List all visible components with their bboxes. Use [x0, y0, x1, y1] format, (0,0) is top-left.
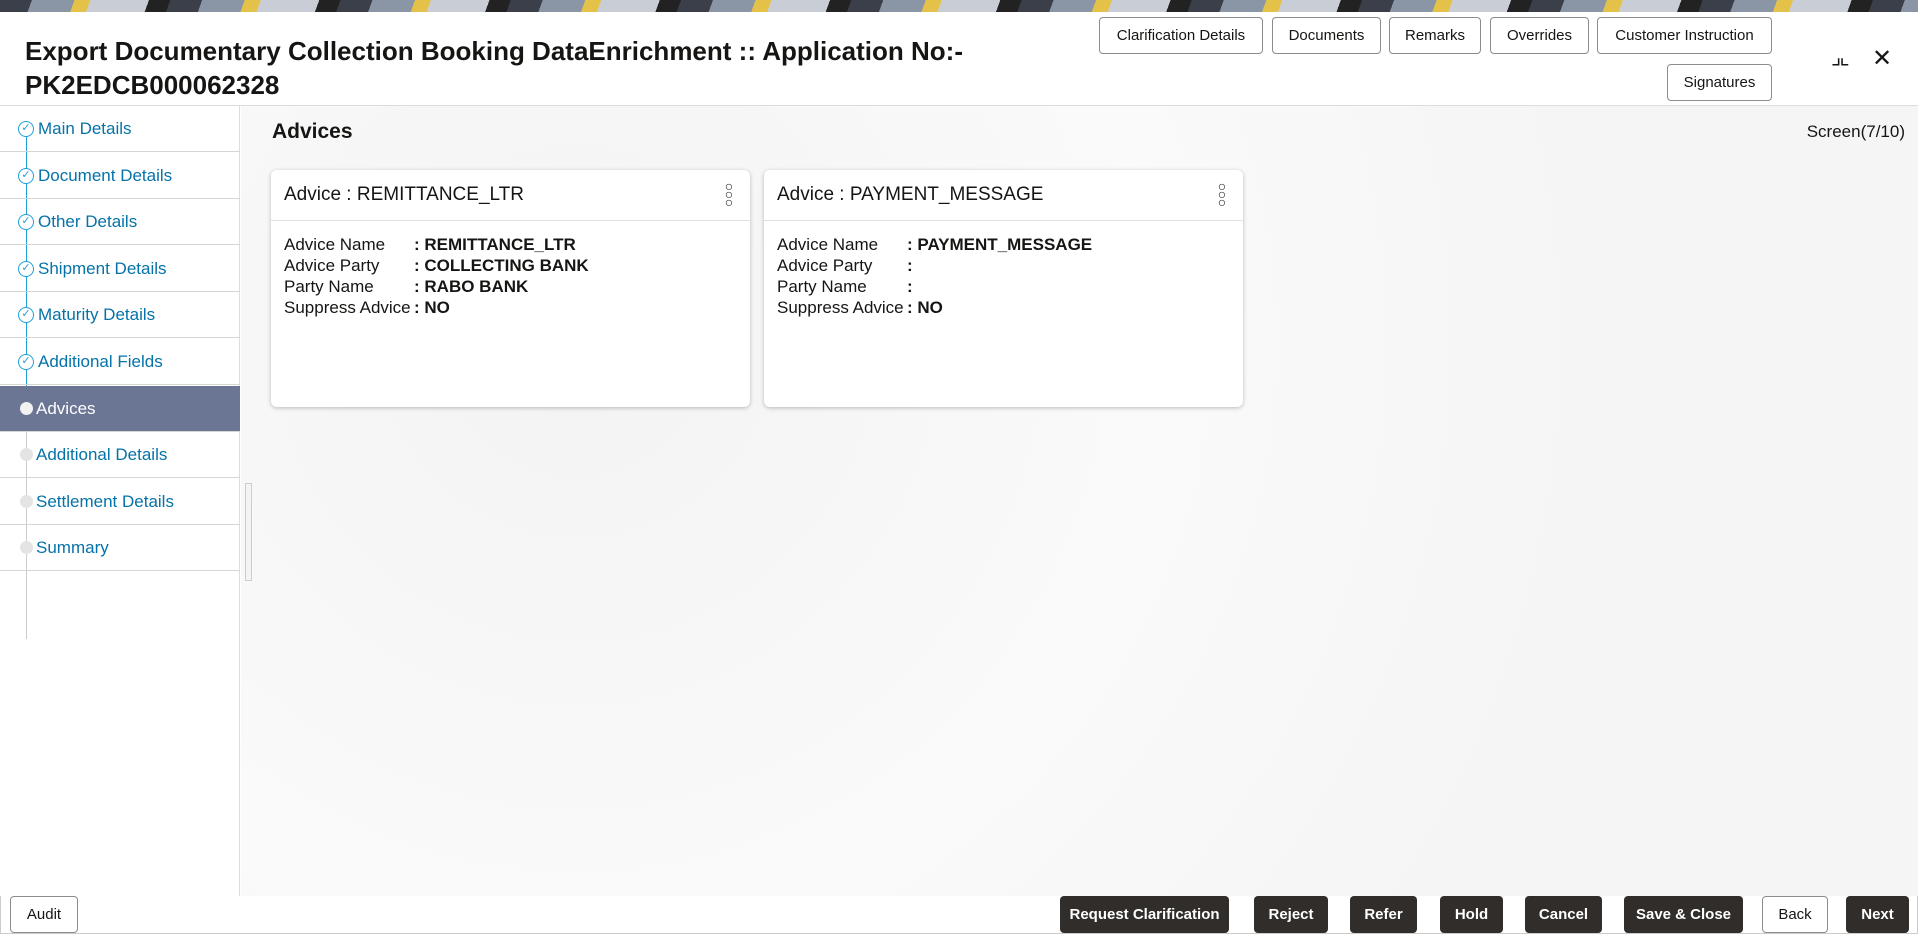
field-value: : RABO BANK	[414, 277, 529, 296]
pending-step-icon	[20, 495, 33, 508]
check-circle-icon: ✓	[18, 306, 34, 323]
field-label: Advice Party	[777, 256, 873, 275]
card-title: Advice : REMITTANCE_LTR	[284, 184, 525, 205]
screen-counter: Screen(7/10)	[1806, 122, 1905, 141]
close-icon[interactable]: ✕	[1872, 44, 1892, 73]
background-banner	[0, 0, 1918, 12]
sidebar-item-other-details[interactable]: ✓ Other Details	[0, 199, 240, 245]
pending-step-icon	[20, 448, 33, 461]
check-circle-icon: ✓	[18, 260, 34, 277]
reject-button[interactable]: Reject	[1254, 896, 1328, 933]
documents-button[interactable]: Documents	[1272, 17, 1381, 54]
field-label: Advice Name	[284, 235, 386, 254]
remarks-button[interactable]: Remarks	[1389, 17, 1481, 54]
minimize-icon[interactable]: ⌟⌞	[1831, 44, 1850, 70]
field-value: :	[907, 277, 913, 296]
customer-instruction-button[interactable]: Customer Instruction	[1597, 17, 1772, 54]
field-label: Suppress Advice	[777, 298, 904, 317]
current-step-icon	[20, 402, 33, 415]
field-value: : NO	[414, 298, 450, 317]
field-label: Party Name	[284, 277, 374, 296]
overrides-button[interactable]: Overrides	[1490, 17, 1589, 54]
back-button[interactable]: Back	[1762, 896, 1828, 933]
field-label: Suppress Advice	[284, 298, 411, 317]
sidebar-item-settlement-details[interactable]: Settlement Details	[0, 479, 240, 525]
check-circle-icon: ✓	[18, 167, 34, 184]
sidebar-item-summary[interactable]: Summary	[0, 525, 240, 571]
sidebar-item-main-details[interactable]: ✓ Main Details	[0, 106, 240, 152]
advice-card: Advice : PAYMENT_MESSAGE ○ ○ ○ Advice Name:…	[764, 170, 1243, 407]
refer-button[interactable]: Refer	[1350, 896, 1417, 933]
sidebar-item-additional-details[interactable]: Additional Details	[0, 432, 240, 478]
sidebar-item-additional-fields[interactable]: ✓ Additional Fields	[0, 339, 240, 385]
check-circle-icon: ✓	[18, 213, 34, 230]
field-value: : PAYMENT_MESSAGE	[907, 235, 1093, 254]
field-value: : COLLECTING BANK	[414, 256, 589, 275]
pending-step-icon	[20, 541, 33, 554]
more-options-icon[interactable]: ○ ○ ○	[1217, 179, 1227, 209]
field-value: : NO	[907, 298, 943, 317]
sidebar-item-maturity-details[interactable]: ✓ Maturity Details	[0, 292, 240, 338]
check-circle-icon: ✓	[18, 353, 34, 370]
sidebar-item-advices[interactable]: Advices	[0, 386, 240, 432]
sidebar-resize-handle[interactable]	[245, 483, 252, 581]
field-label: Party Name	[777, 277, 867, 296]
audit-button[interactable]: Audit	[10, 896, 78, 933]
signatures-button[interactable]: Signatures	[1667, 64, 1772, 101]
field-value: : REMITTANCE_LTR	[414, 235, 576, 254]
hold-button[interactable]: Hold	[1440, 896, 1503, 933]
sidebar: ✓ Main Details ✓ Document Details ✓ Other D…	[0, 106, 240, 896]
next-button[interactable]: Next	[1846, 896, 1909, 933]
field-value: :	[907, 256, 913, 275]
sidebar-item-document-details[interactable]: ✓ Document Details	[0, 153, 240, 199]
clarification-details-button[interactable]: Clarification Details	[1099, 17, 1263, 54]
request-clarification-button[interactable]: Request Clarification	[1060, 896, 1229, 933]
more-options-icon[interactable]: ○ ○ ○	[724, 179, 734, 209]
cancel-button[interactable]: Cancel	[1525, 896, 1602, 933]
sidebar-item-shipment-details[interactable]: ✓ Shipment Details	[0, 246, 240, 292]
check-circle-icon: ✓	[18, 120, 34, 137]
field-label: Advice Name	[777, 235, 879, 254]
card-title: Advice : PAYMENT_MESSAGE	[777, 184, 1044, 205]
page-title: Export Documentary Collection Booking Da…	[25, 36, 963, 100]
section-title: Advices	[272, 120, 353, 143]
save-close-button[interactable]: Save & Close	[1624, 896, 1743, 933]
advice-card: Advice : REMITTANCE_LTR ○ ○ ○ Advice Name : …	[271, 170, 750, 407]
field-label: Advice Party	[284, 256, 380, 275]
